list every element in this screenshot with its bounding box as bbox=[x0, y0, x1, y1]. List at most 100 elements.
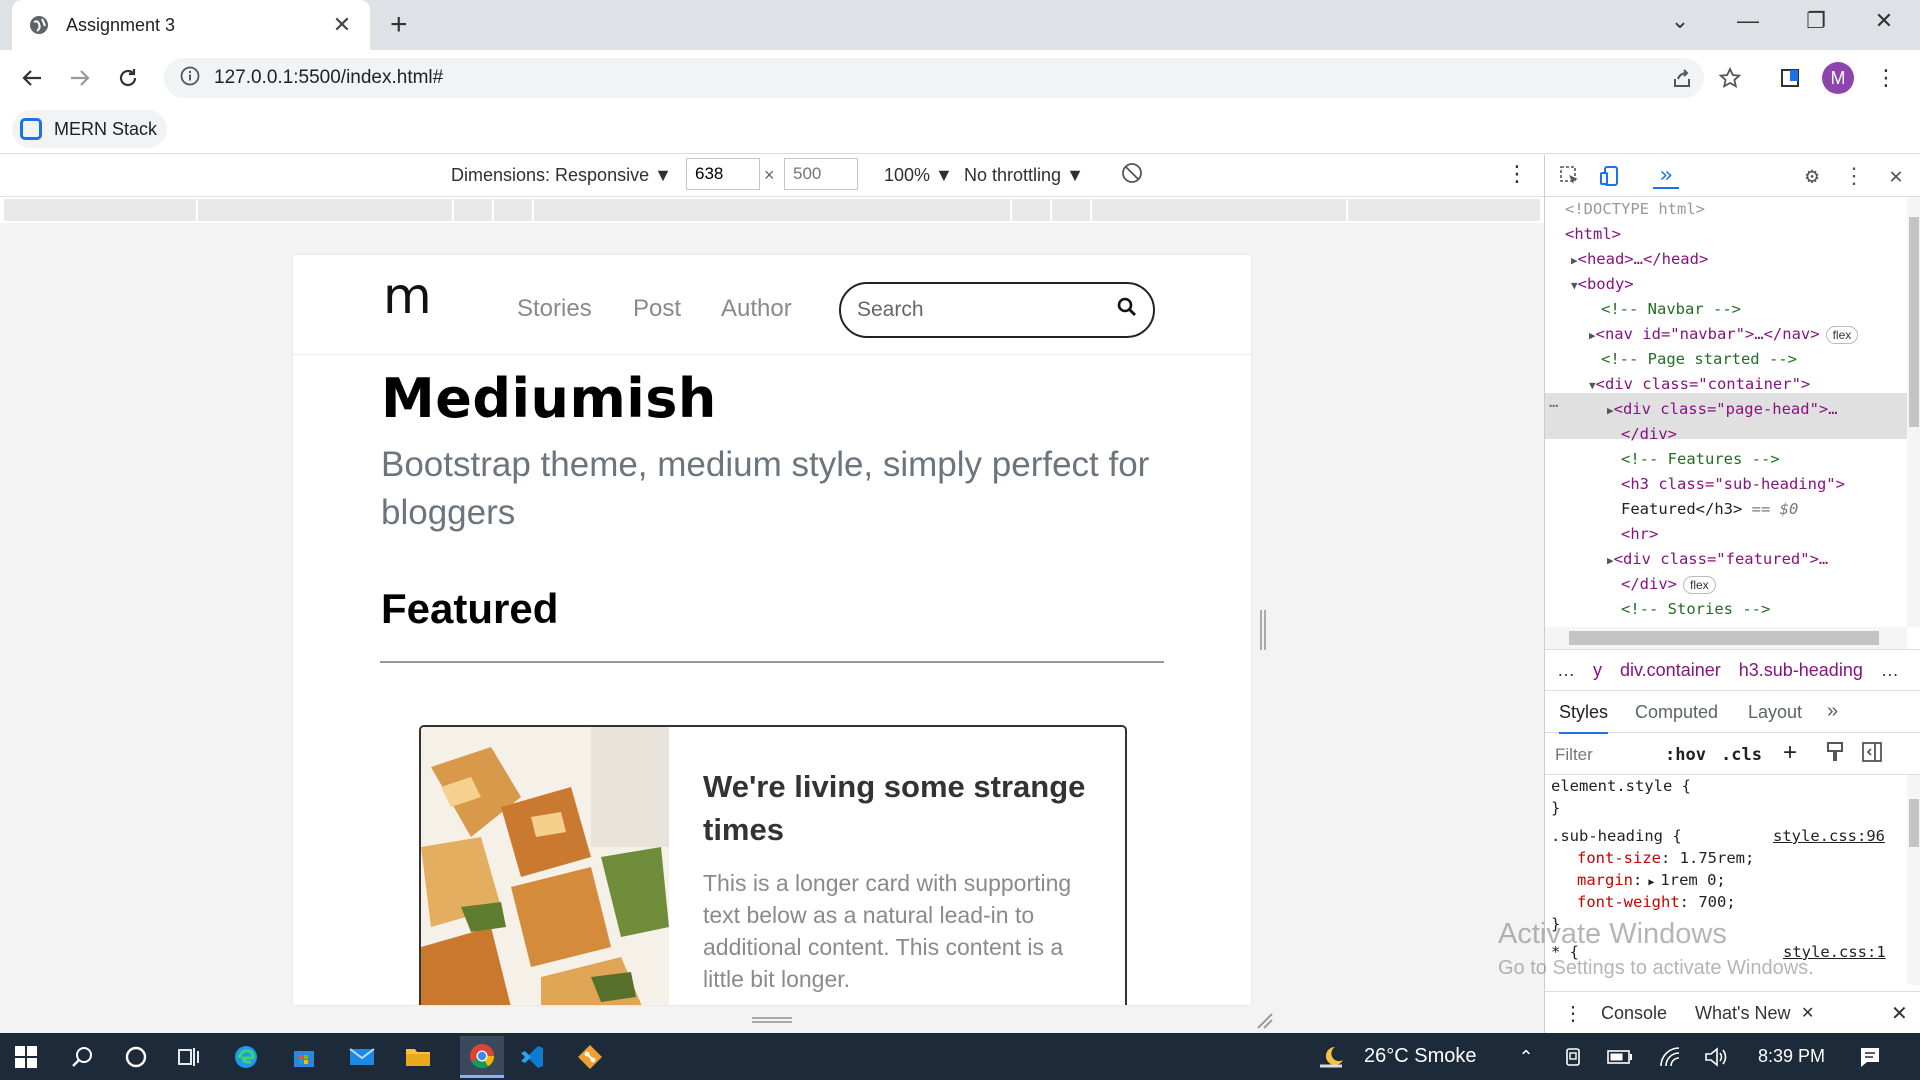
add-rule-icon[interactable]: + bbox=[1783, 739, 1797, 767]
element-style-selector[interactable]: element.style { bbox=[1551, 777, 1691, 795]
more-panels-icon[interactable]: » bbox=[1827, 700, 1838, 723]
search-icon[interactable] bbox=[66, 1041, 98, 1073]
minimize-button[interactable]: — bbox=[1728, 8, 1768, 34]
tab-close-icon[interactable]: ✕ bbox=[330, 12, 354, 38]
restore-button[interactable]: ❐ bbox=[1796, 8, 1836, 34]
weather-icon[interactable] bbox=[1316, 1041, 1348, 1073]
nav-post[interactable]: Post bbox=[633, 295, 681, 323]
close-window-button[interactable]: ✕ bbox=[1864, 8, 1904, 34]
close-tab-icon[interactable]: ✕ bbox=[1801, 1003, 1814, 1023]
ruler-segment[interactable] bbox=[198, 199, 454, 221]
store-icon[interactable] bbox=[288, 1041, 320, 1073]
tab-computed[interactable]: Computed bbox=[1635, 702, 1718, 723]
dom-line[interactable]: ▶<div class="featured">… bbox=[1607, 547, 1828, 572]
prop-value[interactable]: 1.75rem; bbox=[1680, 849, 1755, 867]
edge-icon[interactable] bbox=[230, 1041, 262, 1073]
expand-arrow-icon[interactable]: ▶ bbox=[1571, 254, 1578, 267]
rule-property[interactable]: margin: ▶ 1rem 0; bbox=[1577, 871, 1726, 889]
ruler-segment[interactable] bbox=[454, 199, 494, 221]
crumb-item[interactable]: div.container bbox=[1620, 660, 1721, 681]
dom-line[interactable]: ▼<div class="container"> bbox=[1589, 372, 1810, 397]
expand-arrow-icon[interactable]: ▶ bbox=[1589, 329, 1596, 342]
dom-line[interactable]: Featured</h3> == $0 bbox=[1621, 497, 1798, 522]
node-actions-icon[interactable]: … bbox=[1549, 393, 1558, 411]
flex-badge[interactable]: flex bbox=[1825, 326, 1859, 344]
settings-gear-icon[interactable]: ⚙ bbox=[1799, 163, 1825, 189]
horizontal-scrollbar[interactable] bbox=[1545, 627, 1907, 649]
new-tab-button[interactable]: + bbox=[390, 10, 408, 40]
styles-scrollbar[interactable] bbox=[1907, 775, 1920, 985]
windows-start-icon[interactable] bbox=[10, 1041, 42, 1073]
dom-line[interactable]: <!DOCTYPE html> bbox=[1565, 197, 1705, 222]
browser-tab[interactable]: Assignment 3 ✕ bbox=[12, 0, 370, 50]
volume-icon[interactable] bbox=[1700, 1041, 1732, 1073]
tab-search-icon[interactable]: ⌄ bbox=[1660, 8, 1700, 34]
ruler-segment[interactable] bbox=[1012, 199, 1052, 221]
rule-property[interactable]: font-size: 1.75rem; bbox=[1577, 849, 1754, 867]
nav-author[interactable]: Author bbox=[721, 295, 792, 323]
dom-line[interactable]: <!-- Navbar --> bbox=[1601, 297, 1741, 322]
device-toggle-icon[interactable] bbox=[1597, 163, 1623, 189]
ruler-segment[interactable] bbox=[494, 199, 534, 221]
zoom-dropdown[interactable]: 100% ▼ bbox=[884, 165, 953, 186]
weather-text[interactable]: 26°C Smoke bbox=[1364, 1045, 1477, 1068]
media-query-bar[interactable] bbox=[0, 197, 1544, 223]
more-tabs-icon[interactable]: » bbox=[1653, 163, 1679, 189]
reload-button[interactable] bbox=[112, 62, 144, 94]
git-icon[interactable] bbox=[574, 1041, 606, 1073]
flex-badge[interactable]: flex bbox=[1683, 576, 1716, 594]
scroll-thumb[interactable] bbox=[1909, 217, 1919, 427]
dom-line[interactable]: </div> bbox=[1621, 422, 1677, 447]
ruler-segment[interactable] bbox=[4, 199, 198, 221]
info-icon[interactable] bbox=[180, 66, 200, 91]
width-input[interactable] bbox=[686, 158, 760, 190]
dom-line[interactable]: </div> flex bbox=[1621, 572, 1716, 597]
drawer-menu-icon[interactable]: ⋮ bbox=[1563, 1001, 1583, 1026]
inspect-element-icon[interactable] bbox=[1557, 163, 1583, 189]
file-explorer-icon[interactable] bbox=[402, 1041, 434, 1073]
clock-time[interactable]: 8:39 PM bbox=[1758, 1046, 1825, 1067]
dom-line[interactable]: ▼<body> bbox=[1571, 272, 1634, 297]
site-logo[interactable]: m bbox=[383, 267, 432, 325]
dimensions-dropdown[interactable]: Dimensions: Responsive ▼ bbox=[451, 165, 672, 186]
profile-avatar[interactable]: M bbox=[1822, 62, 1854, 94]
drawer-close-icon[interactable]: ✕ bbox=[1891, 1001, 1908, 1026]
nav-stories[interactable]: Stories bbox=[517, 295, 592, 323]
battery-icon[interactable] bbox=[1604, 1041, 1636, 1073]
dom-line[interactable]: <!-- Page started --> bbox=[1601, 347, 1797, 372]
dom-line[interactable]: <html> bbox=[1565, 222, 1621, 247]
meet-icon[interactable] bbox=[1558, 1041, 1590, 1073]
paint-brush-icon[interactable] bbox=[1825, 741, 1845, 768]
hov-toggle[interactable]: :hov bbox=[1665, 745, 1706, 765]
tray-chevron-icon[interactable]: ⌃ bbox=[1510, 1041, 1542, 1073]
dom-line[interactable]: <hr> bbox=[1621, 522, 1658, 547]
rule-source-link[interactable]: style.css:96 bbox=[1773, 827, 1885, 845]
crumb-ellipsis[interactable]: … bbox=[1557, 660, 1575, 681]
dom-line[interactable]: <h3 class="sub-heading"> bbox=[1621, 472, 1845, 497]
featured-card[interactable]: We're living some strange times This is … bbox=[419, 725, 1127, 1005]
crumb-item[interactable]: h3.sub-heading bbox=[1739, 660, 1863, 681]
side-panel-icon[interactable] bbox=[1774, 62, 1806, 94]
tab-whats-new[interactable]: What's New bbox=[1695, 1003, 1790, 1024]
resize-handle-corner[interactable] bbox=[1254, 1010, 1274, 1030]
forward-button[interactable] bbox=[64, 62, 96, 94]
prop-value[interactable]: 1rem 0; bbox=[1660, 871, 1725, 889]
ruler-segment[interactable] bbox=[1092, 199, 1348, 221]
card-title[interactable]: We're living some strange times bbox=[703, 765, 1103, 851]
wifi-icon[interactable] bbox=[1654, 1041, 1686, 1073]
throttling-dropdown[interactable]: No throttling ▼ bbox=[964, 165, 1084, 186]
share-icon[interactable] bbox=[1666, 62, 1698, 94]
dom-line[interactable]: ▶<head>…</head> bbox=[1571, 247, 1708, 272]
height-input[interactable] bbox=[784, 158, 858, 190]
device-toolbar-more-icon[interactable]: ⋮ bbox=[1506, 161, 1528, 187]
rotate-icon[interactable] bbox=[1120, 161, 1144, 190]
bookmark-mern-stack[interactable]: MERN Stack bbox=[12, 110, 168, 148]
notifications-icon[interactable] bbox=[1854, 1041, 1886, 1073]
site-search-input[interactable]: Search bbox=[839, 282, 1155, 338]
resize-handle-right[interactable] bbox=[1260, 610, 1266, 650]
prop-value[interactable]: 700; bbox=[1698, 893, 1735, 911]
address-bar[interactable]: 127.0.0.1:5500/index.html# bbox=[164, 58, 1704, 98]
search-icon[interactable] bbox=[1117, 297, 1137, 323]
toggle-sidebar-icon[interactable] bbox=[1861, 741, 1883, 768]
styles-filter-input[interactable]: Filter bbox=[1555, 745, 1593, 765]
